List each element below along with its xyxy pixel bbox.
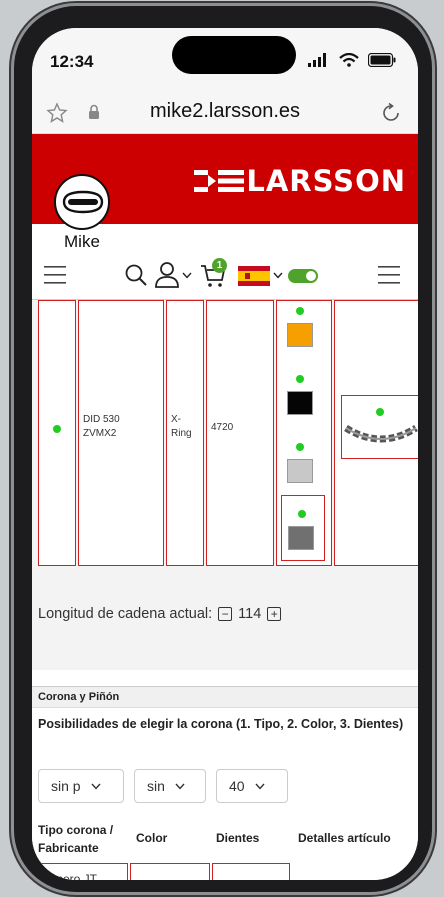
reload-icon[interactable] — [380, 102, 402, 124]
menu-icon[interactable] — [378, 266, 400, 284]
url-text[interactable]: mike2.larsson.es — [32, 100, 418, 123]
corona-heading: Posibilidades de elegir la corona (1. Ti… — [38, 717, 404, 731]
table-cell-tipo: Acero JT — [38, 863, 128, 880]
table-cell-colors — [276, 300, 332, 566]
chain-code: 4720 — [211, 422, 234, 433]
availability-dot — [296, 375, 304, 383]
chain-length-value: 114 — [238, 606, 262, 622]
dientes-select-value: 40 — [229, 778, 245, 794]
chevron-down-icon — [255, 783, 265, 790]
increase-length-button[interactable]: + — [267, 607, 282, 621]
user-icon[interactable] — [154, 261, 180, 289]
chain-image-box[interactable] — [341, 395, 418, 459]
color-swatch[interactable] — [287, 391, 313, 415]
availability-dot — [298, 510, 306, 518]
wifi-icon — [339, 53, 359, 67]
spain-flag-icon[interactable] — [238, 266, 270, 286]
column-header-detalles: Detalles artículo — [298, 831, 391, 845]
section-title: Corona y Piñón — [32, 687, 418, 708]
color-option[interactable] — [287, 375, 313, 415]
cart-count-badge: 1 — [212, 258, 227, 273]
chevron-down-icon — [91, 783, 101, 790]
chain-length-label: Longitud de cadena actual: — [38, 606, 213, 622]
availability-dot — [53, 425, 61, 433]
color-swatch[interactable] — [287, 459, 313, 483]
user-avatar[interactable]: Mike — [54, 174, 116, 252]
chain-icon — [344, 424, 418, 443]
toggle-knob — [306, 271, 316, 281]
column-header-color: Color — [136, 831, 168, 845]
availability-dot — [296, 443, 304, 451]
avatar-name: Mike — [64, 232, 100, 251]
logo-text: LARSSON — [246, 164, 406, 198]
chevron-down-icon — [175, 783, 185, 790]
decrease-length-button[interactable]: − — [218, 607, 233, 621]
table-cell-model: DID 530 ZVMX2 — [78, 300, 164, 566]
browser-url-bar[interactable]: mike2.larsson.es — [32, 90, 418, 134]
table-cell-type: X-Ring — [166, 300, 204, 566]
color-select-value: sin — [147, 778, 165, 794]
helmet-icon — [62, 190, 104, 214]
chevron-down-icon[interactable] — [182, 272, 192, 279]
tipo-select[interactable]: sin p — [38, 769, 124, 803]
nav-bar: 1 — [32, 252, 418, 300]
chevron-down-icon[interactable] — [273, 272, 283, 279]
availability-dot — [376, 408, 384, 416]
search-icon[interactable] — [124, 263, 148, 287]
corona-tipo-value: Acero JT — [49, 872, 98, 880]
color-option[interactable] — [287, 307, 313, 347]
color-option-selected[interactable] — [281, 495, 325, 561]
column-header-dientes: Dientes — [216, 831, 260, 845]
larsson-logo[interactable]: LARSSON — [194, 164, 406, 198]
status-time: 12:34 — [50, 52, 94, 71]
battery-icon — [368, 53, 396, 67]
signal-icon — [308, 53, 326, 67]
logo-mark-icon — [194, 170, 245, 192]
menu-icon[interactable] — [44, 266, 66, 284]
dientes-select[interactable]: 40 — [216, 769, 288, 803]
chain-length-row: Longitud de cadena actual: − 114 + — [38, 606, 282, 622]
color-swatch[interactable] — [288, 526, 314, 550]
dynamic-island — [172, 36, 296, 74]
color-swatch[interactable] — [287, 323, 313, 347]
color-select[interactable]: sin — [134, 769, 206, 803]
availability-dot — [296, 307, 304, 315]
tipo-select-value: sin p — [51, 778, 81, 794]
corona-pinon-section: Corona y Piñón Posibilidades de elegir l… — [32, 686, 418, 880]
avatar — [54, 174, 110, 230]
table-cell-status — [38, 300, 76, 566]
chain-model: DID 530 ZVMX2 — [83, 414, 120, 439]
screen: 12:34 mike2.larsson.es LARSSON 1 Mike DI… — [32, 28, 418, 880]
table-cell-code: 4720 — [206, 300, 274, 566]
phone-frame: 12:34 mike2.larsson.es LARSSON 1 Mike DI… — [14, 6, 432, 892]
color-option[interactable] — [287, 443, 313, 483]
toggle-switch[interactable] — [288, 269, 318, 283]
table-cell-image — [334, 300, 418, 566]
status-bar: 12:34 — [32, 28, 418, 90]
chain-type: X-Ring — [171, 414, 192, 439]
column-header-tipo: Tipo corona / Fabricante — [38, 823, 114, 855]
table-cell-dientes — [212, 863, 290, 880]
status-icons — [308, 53, 396, 67]
table-cell-color — [130, 863, 210, 880]
